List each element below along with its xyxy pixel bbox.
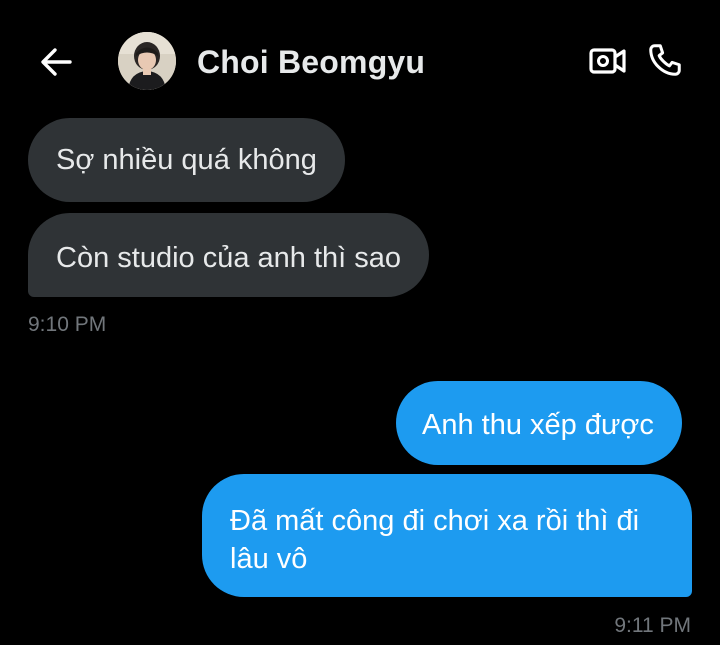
phone-call-icon [649, 44, 681, 76]
video-call-button[interactable] [587, 40, 629, 82]
message-timestamp: 9:11 PM [614, 614, 691, 637]
voice-call-button[interactable] [643, 38, 687, 82]
outgoing-message[interactable]: Anh thu xếp được [396, 381, 682, 465]
incoming-message[interactable]: Còn studio của anh thì sao [28, 213, 430, 297]
contact-name[interactable]: Choi Beomgyu [197, 44, 425, 81]
incoming-message[interactable]: Sợ nhiều quá không [28, 118, 345, 202]
avatar-photo [118, 32, 176, 90]
arrow-left-icon [41, 48, 72, 76]
contact-avatar[interactable] [118, 32, 176, 90]
back-button[interactable] [36, 42, 76, 82]
conversation-header: Choi Beomgyu [0, 0, 720, 120]
message-timestamp: 9:10 PM [28, 313, 107, 336]
outgoing-message[interactable]: Đã mất công đi chơi xa rồi thì đi lâu vô [202, 474, 692, 597]
video-call-icon [589, 48, 626, 74]
